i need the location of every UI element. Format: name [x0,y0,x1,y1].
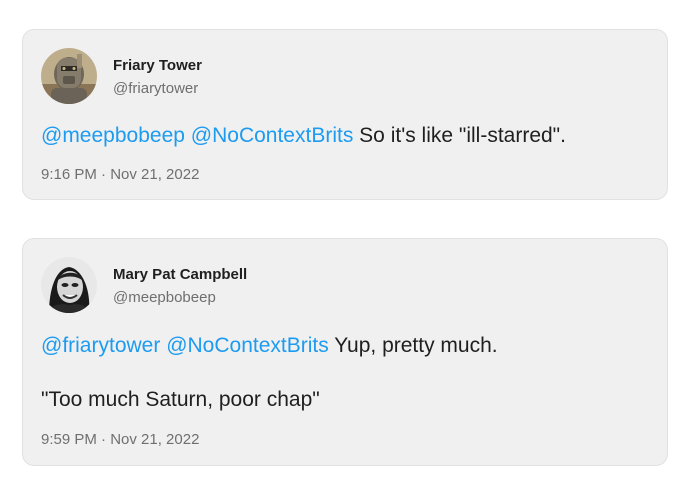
mention-link[interactable]: @friarytower [41,334,160,357]
person-avatar-icon[interactable] [41,257,97,313]
mention-link[interactable]: @NoContextBrits [166,334,329,357]
tweet-body: Yup, pretty much. [334,334,498,357]
tweet-card[interactable]: Mary Pat Campbell @meepbobeep @friarytow… [22,238,668,466]
tweet-text-line-2: "Too much Saturn, poor chap" [41,388,320,411]
mention-link[interactable]: @NoContextBrits [191,124,354,147]
tweet-timestamp[interactable]: 9:16 PM · Nov 21, 2022 [41,166,199,183]
tweet-text: @friarytower @NoContextBrits Yup, pretty… [41,333,498,358]
user-handle[interactable]: @friarytower [113,80,198,97]
mention-link[interactable]: @meepbobeep [41,124,185,147]
robot-avatar-icon[interactable] [41,48,97,104]
display-name[interactable]: Mary Pat Campbell [113,266,247,283]
display-name[interactable]: Friary Tower [113,57,202,74]
tweet-timestamp[interactable]: 9:59 PM · Nov 21, 2022 [41,431,199,448]
user-handle[interactable]: @meepbobeep [113,289,216,306]
tweet-body: So it's like "ill-starred". [359,124,566,147]
tweet-card[interactable]: Friary Tower @friarytower @meepbobeep @N… [22,29,668,200]
tweet-text: @meepbobeep @NoContextBrits So it's like… [41,123,566,148]
